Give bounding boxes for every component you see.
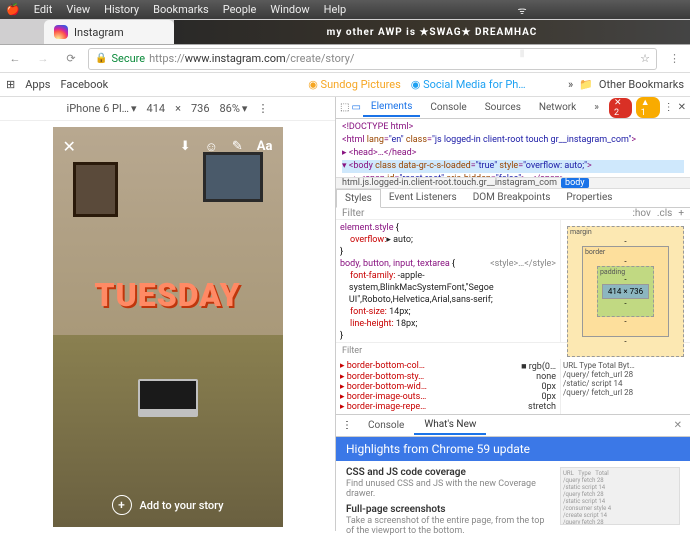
devtools-tabs: ⬚ ▭ Elements Console Sources Network » ✕… bbox=[336, 97, 690, 119]
devtools-close-icon[interactable]: ✕ bbox=[678, 102, 686, 113]
filter-input[interactable]: Filter bbox=[342, 208, 364, 219]
chrome-tabstrip: Instagram my other AWP is ★SWAG★ DREAMHA… bbox=[0, 19, 690, 45]
bookmark-socialmedia[interactable]: ◉ Social Media for Ph… bbox=[411, 78, 526, 91]
inspect-icon[interactable]: ⬚ bbox=[340, 102, 349, 113]
devtools-menu-icon[interactable]: ⋮ bbox=[664, 102, 674, 113]
drawer-tab-console[interactable]: Console bbox=[358, 417, 414, 434]
overflow-icon[interactable]: » bbox=[568, 78, 573, 91]
bookmarks-bar: ⊞ Apps Facebook ◉ Sundog Pictures ◉ Soci… bbox=[0, 73, 690, 97]
sticker-icon[interactable]: ☺ bbox=[205, 139, 218, 155]
address-bar[interactable]: 🔒 Secure https://www.instagram.com/creat… bbox=[88, 48, 657, 70]
menu-people[interactable]: People bbox=[223, 3, 257, 16]
dim-x: × bbox=[175, 102, 181, 115]
story-text-overlay[interactable]: TUESDAY bbox=[94, 276, 240, 314]
styles-filter-row: Filter :hov .cls + bbox=[336, 208, 690, 220]
tab-title: Instagram bbox=[74, 26, 124, 39]
device-toggle-icon[interactable]: ▭ bbox=[351, 102, 360, 113]
drawer-menu-icon[interactable]: ⋮ bbox=[336, 420, 358, 431]
apps-label[interactable]: Apps bbox=[25, 78, 50, 91]
menu-window[interactable]: Window bbox=[270, 3, 309, 16]
whatsnew-header: Highlights from Chrome 59 update bbox=[336, 437, 690, 461]
menu-help[interactable]: Help bbox=[324, 3, 347, 16]
breadcrumb[interactable]: html.js.logged-in.client-root.touch.gr__… bbox=[336, 177, 690, 189]
toolbar: ← → ⟳ 🔒 Secure https://www.instagram.com… bbox=[0, 45, 690, 73]
menu-view[interactable]: View bbox=[66, 3, 90, 16]
error-count[interactable]: ✕ 2 bbox=[609, 98, 632, 118]
back-button[interactable]: ← bbox=[4, 48, 26, 70]
reload-button[interactable]: ⟳ bbox=[60, 48, 82, 70]
chrome-menu-icon[interactable]: ⋮ bbox=[663, 52, 686, 65]
bookmark-facebook[interactable]: Facebook bbox=[60, 78, 108, 91]
rendered-fonts: URL Type Total Byt…/query/ fetch_url 28/… bbox=[560, 359, 690, 414]
whatsnew-thumbnail: URL Type Total /query fetch 28/static sc… bbox=[560, 467, 680, 525]
tab-instagram[interactable]: Instagram bbox=[44, 20, 174, 44]
url-text: https://www.instagram.com/create/story/ bbox=[149, 52, 354, 65]
new-rule-icon[interactable]: + bbox=[678, 208, 684, 219]
tab-network[interactable]: Network bbox=[531, 99, 584, 116]
folder-icon: 📁 bbox=[579, 78, 593, 91]
macos-menubar: 🍎 Edit View History Bookmarks People Win… bbox=[0, 0, 690, 19]
bookmark-star-icon[interactable]: ☆ bbox=[640, 52, 650, 65]
lock-icon: 🔒 bbox=[95, 53, 107, 64]
tab-styles[interactable]: Styles bbox=[336, 189, 381, 208]
other-bookmarks[interactable]: Other Bookmarks bbox=[599, 78, 684, 91]
tab-more[interactable]: » bbox=[586, 99, 607, 116]
device-toolbar: iPhone 6 Pl… ▾ 414 × 736 86% ▾ ⋮ bbox=[0, 97, 335, 121]
cls-toggle[interactable]: .cls bbox=[657, 208, 672, 219]
tab-eventlisteners[interactable]: Event Listeners bbox=[381, 189, 465, 206]
device-select[interactable]: iPhone 6 Pl… ▾ bbox=[67, 102, 137, 115]
device-width[interactable]: 414 bbox=[147, 102, 166, 115]
computed-list[interactable]: ▸ border-bottom-col…■ rgb(0… ▸ border-bo… bbox=[336, 359, 560, 414]
instagram-icon bbox=[54, 25, 68, 39]
theme-banner: my other AWP is ★SWAG★ DREAMHAC bbox=[174, 20, 690, 44]
device-menu-icon[interactable]: ⋮ bbox=[257, 102, 268, 115]
computed-panel: ▸ border-bottom-col…■ rgb(0… ▸ border-bo… bbox=[336, 359, 690, 414]
devtools-panel: ⬚ ▭ Elements Console Sources Network » ✕… bbox=[336, 97, 690, 531]
draw-icon[interactable]: ✎ bbox=[232, 139, 243, 155]
phone-viewport: ✕ ⬇ ☺ ✎ Aa TUESDAY + Add to your story bbox=[53, 127, 283, 527]
drawer-close-icon[interactable]: ✕ bbox=[666, 420, 690, 431]
menu-bookmarks[interactable]: Bookmarks bbox=[153, 3, 209, 16]
download-icon[interactable]: ⬇ bbox=[180, 139, 191, 155]
wifi-icon[interactable]: ᯤ bbox=[518, 3, 527, 17]
whatsnew-text: CSS and JS code coverage Find unused CSS… bbox=[346, 467, 550, 525]
drawer-tab-whatsnew[interactable]: What's New bbox=[414, 416, 486, 435]
forward-button[interactable]: → bbox=[32, 48, 54, 70]
plus-circle-icon: + bbox=[111, 495, 131, 515]
story-photo bbox=[53, 127, 283, 527]
text-tool[interactable]: Aa bbox=[257, 139, 273, 155]
tab-dombreakpoints[interactable]: DOM Breakpoints bbox=[465, 189, 559, 206]
apple-menu-icon[interactable]: 🍎 bbox=[6, 3, 20, 16]
hov-toggle[interactable]: :hov bbox=[632, 208, 650, 219]
tab-properties[interactable]: Properties bbox=[558, 189, 620, 206]
computed-filter-input[interactable]: Filter bbox=[342, 346, 362, 356]
css-rules[interactable]: element.style { overflow:▸ auto; } body,… bbox=[336, 220, 560, 342]
menu-edit[interactable]: Edit bbox=[34, 3, 53, 16]
tab-elements[interactable]: Elements bbox=[363, 98, 420, 117]
device-preview-pane: iPhone 6 Pl… ▾ 414 × 736 86% ▾ ⋮ ✕ ⬇ bbox=[0, 97, 336, 531]
bookmark-sundog[interactable]: ◉ Sundog Pictures bbox=[308, 78, 401, 91]
drawer: ⋮ Console What's New ✕ Highlights from C… bbox=[336, 414, 690, 531]
warning-count[interactable]: ▲ 1 bbox=[636, 97, 660, 118]
add-to-story-button[interactable]: + Add to your story bbox=[111, 495, 223, 515]
close-icon[interactable]: ✕ bbox=[63, 137, 76, 156]
tab-sources[interactable]: Sources bbox=[477, 99, 529, 116]
zoom-select[interactable]: 86% ▾ bbox=[220, 102, 248, 115]
menu-history[interactable]: History bbox=[104, 3, 139, 16]
box-model[interactable]: margin- border- padding- 414 × 736 - - - bbox=[560, 220, 690, 342]
secure-label: Secure bbox=[111, 52, 145, 65]
apps-icon[interactable]: ⊞ bbox=[6, 78, 15, 91]
device-height[interactable]: 736 bbox=[191, 102, 210, 115]
dom-tree[interactable]: <!DOCTYPE html> <html lang="en" class="j… bbox=[336, 119, 690, 177]
styles-tabs: Styles Event Listeners DOM Breakpoints P… bbox=[336, 189, 690, 208]
tab-console[interactable]: Console bbox=[422, 99, 474, 116]
